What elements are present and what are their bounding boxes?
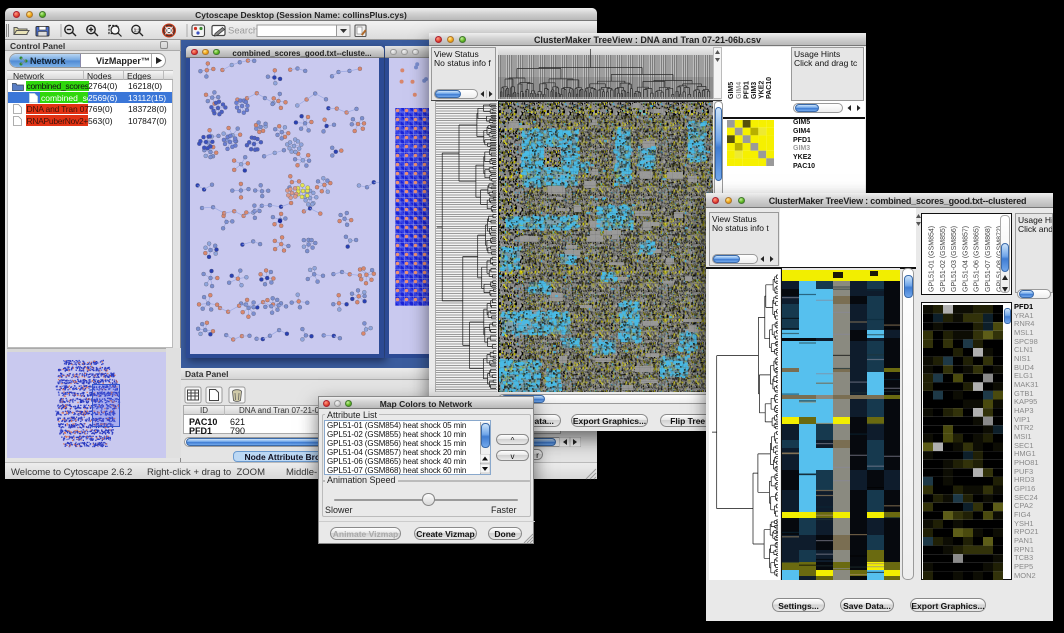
- svg-text:Search:: Search:: [228, 26, 261, 37]
- svg-text:PFD1: PFD1: [744, 81, 751, 99]
- svg-text:1:1: 1:1: [134, 28, 141, 33]
- svg-text:GIM4: GIM4: [736, 82, 743, 99]
- svg-text:PAC10: PAC10: [766, 77, 773, 99]
- svg-text:YKE2: YKE2: [759, 81, 766, 99]
- svg-text:GIM3: GIM3: [751, 82, 758, 99]
- svg-text:GIM5: GIM5: [728, 82, 735, 99]
